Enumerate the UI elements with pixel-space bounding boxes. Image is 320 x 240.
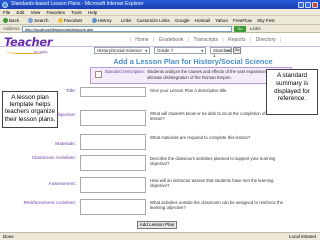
- favorites-button[interactable]: Favorites: [57, 18, 87, 23]
- back-arrow-icon: [3, 18, 8, 23]
- links-button[interactable]: Links: [250, 25, 261, 33]
- nav-reports[interactable]: Reports: [228, 37, 246, 43]
- history-icon: [91, 18, 97, 23]
- callout-lesson-template: A lesson plan template helps teachers or…: [2, 91, 58, 128]
- star-icon: [57, 18, 63, 23]
- link-hotmail[interactable]: Hotmail: [195, 18, 210, 23]
- nav-gradebook[interactable]: Gradebook: [159, 37, 184, 43]
- objective-input[interactable]: [80, 110, 146, 126]
- nav-home[interactable]: Home: [135, 37, 148, 43]
- reinforcement-help: What activities outside the classroom ca…: [150, 200, 284, 211]
- chevron-down-icon: ▼: [226, 48, 230, 53]
- app-logo[interactable]: Teacher by golly: [4, 35, 53, 60]
- subject-value: History/Social Science: [97, 48, 142, 53]
- chevron-down-icon: ▼: [200, 48, 204, 53]
- menu-tools[interactable]: Tools: [71, 10, 82, 15]
- search-button[interactable]: Search: [28, 18, 52, 23]
- menu-favorites[interactable]: Favorites: [47, 10, 66, 15]
- links-label: Links: [120, 18, 132, 23]
- subject-select[interactable]: History/Social Science ▼: [94, 47, 150, 54]
- assessment-input[interactable]: [80, 177, 146, 193]
- link-skyfest[interactable]: Sky Fest: [257, 18, 275, 23]
- security-zone: Local intranet: [288, 234, 316, 239]
- main-nav: | Home | Gradebook | Transcripts | Repor…: [129, 37, 282, 43]
- assessment-help: How will an instructor assess that stude…: [150, 178, 274, 189]
- page-title: Add a Lesson Plan for History/Social Sci…: [113, 57, 273, 66]
- link-customize[interactable]: Customize Links: [137, 18, 170, 23]
- history-button[interactable]: History: [91, 18, 116, 23]
- logo-text: Teacher: [4, 35, 53, 49]
- status-bar: Done Local intranet: [0, 232, 320, 240]
- classroom-activities-help: Describe the classroom activities planne…: [150, 156, 276, 167]
- address-bar: Address http://localhost/lessonplan/less…: [0, 25, 320, 33]
- menu-bar: File Edit View Favorites Tools Help: [0, 9, 320, 16]
- menu-edit[interactable]: Edit: [17, 10, 25, 15]
- menu-view[interactable]: View: [31, 10, 41, 15]
- standard-description-box: Standard Description: Students analyze t…: [90, 67, 292, 84]
- chevron-down-icon: ▼: [144, 48, 148, 53]
- reinforcement-label: Reinforcement Activities:: [23, 201, 76, 206]
- link-freeflow[interactable]: FreeFlow: [233, 18, 252, 23]
- standard-label: Standard Description:: [104, 69, 145, 74]
- status-text: Done: [3, 234, 14, 239]
- reinforcement-input[interactable]: [80, 199, 146, 215]
- materials-label: Materials:: [55, 142, 76, 147]
- assessment-label: Assessment:: [48, 182, 76, 187]
- grade-select[interactable]: Grade 7 ▼: [154, 47, 206, 54]
- address-input[interactable]: http://localhost/lessonplan/lessons.asp: [22, 26, 232, 32]
- address-go-button[interactable]: Go: [234, 26, 246, 32]
- menu-help[interactable]: Help: [88, 10, 97, 15]
- minimize-button[interactable]: [298, 1, 304, 8]
- classroom-activities-label: Classroom Activities:: [31, 156, 76, 161]
- standard-select[interactable]: Standard 1 ▼: [210, 47, 232, 58]
- search-icon: [28, 18, 34, 23]
- materials-input[interactable]: [80, 134, 146, 150]
- window-title: Standards-based Lesson Plans - Microsoft…: [11, 1, 144, 7]
- filter-go-button[interactable]: Go: [233, 47, 241, 54]
- window-title-bar: Standards-based Lesson Plans - Microsoft…: [0, 0, 320, 9]
- ie-logo-icon: [2, 1, 8, 8]
- classroom-activities-input[interactable]: [80, 155, 146, 171]
- materials-help: What materials are required to complete …: [150, 135, 251, 140]
- back-button[interactable]: Back: [3, 18, 23, 23]
- close-button[interactable]: [312, 1, 318, 8]
- browser-toolbar: Back Search Favorites History Links Cust…: [0, 16, 320, 25]
- menu-file[interactable]: File: [3, 10, 10, 15]
- link-yahoo[interactable]: Yahoo: [215, 18, 228, 23]
- nav-transcripts[interactable]: Transcripts: [193, 37, 218, 43]
- nav-directory[interactable]: Directory: [256, 37, 276, 43]
- search-label: Search: [34, 18, 49, 23]
- favorites-label: Favorites: [63, 18, 83, 23]
- link-google[interactable]: Google: [175, 18, 190, 23]
- add-lesson-plan-button[interactable]: Add Lesson Plan: [137, 221, 177, 229]
- callout-standard-summary: A standard summary is displayed for refe…: [266, 69, 318, 115]
- history-label: History: [97, 18, 112, 23]
- title-input[interactable]: [80, 87, 146, 97]
- address-label: Address: [3, 26, 20, 31]
- back-label: Back: [9, 18, 20, 23]
- maximize-button[interactable]: [305, 1, 311, 8]
- grade-value: Grade 7: [157, 48, 174, 53]
- logo-tagline: by golly: [34, 49, 48, 54]
